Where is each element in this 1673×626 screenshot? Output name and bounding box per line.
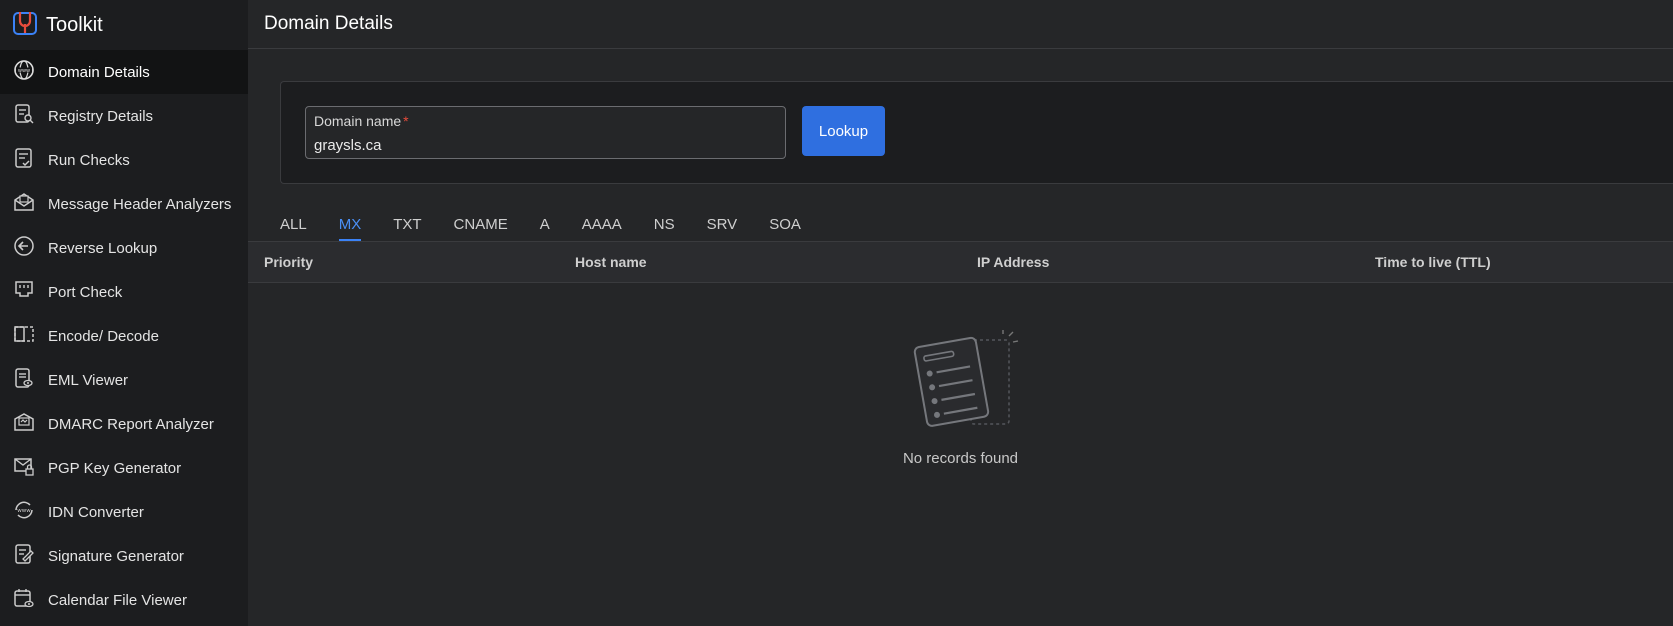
- tab-ns[interactable]: NS: [654, 212, 675, 241]
- lookup-panel: Domain name* Lookup: [280, 81, 1673, 184]
- sidebar-item-pgp-key-generator[interactable]: PGP Key Generator: [0, 446, 248, 490]
- tab-all[interactable]: ALL: [280, 212, 307, 241]
- tab-cname[interactable]: CNAME: [454, 212, 508, 241]
- sidebar-item-label: Run Checks: [48, 151, 130, 169]
- port-icon: [12, 278, 36, 306]
- record-type-tabs: ALL MX TXT CNAME A AAAA NS SRV SOA: [280, 212, 833, 241]
- sidebar-item-message-header-analyzers[interactable]: Message Header Analyzers: [0, 182, 248, 226]
- sidebar-item-label: IDN Converter: [48, 503, 144, 521]
- tab-mx[interactable]: MX: [338, 212, 361, 241]
- page-title: Domain Details: [264, 13, 393, 34]
- sidebar-item-idn-converter[interactable]: www IDN Converter: [0, 490, 248, 534]
- sidebar-item-encode-decode[interactable]: Encode/ Decode: [0, 314, 248, 358]
- checklist-icon: [12, 146, 36, 174]
- sidebar-item-run-checks[interactable]: Run Checks: [0, 138, 248, 182]
- www-refresh-icon: www: [12, 498, 36, 526]
- column-header-ttl[interactable]: Time to live (TTL): [1375, 254, 1491, 270]
- empty-state: No records found: [248, 330, 1673, 467]
- sidebar-item-reverse-lookup[interactable]: Reverse Lookup: [0, 226, 248, 270]
- calendar-eye-icon: [12, 586, 36, 614]
- domain-name-input[interactable]: [314, 137, 777, 154]
- svg-text:www: www: [18, 68, 30, 74]
- registry-doc-icon: [12, 102, 36, 130]
- brand[interactable]: Toolkit: [0, 0, 248, 50]
- empty-state-message: No records found: [902, 450, 1019, 467]
- split-box-icon: [12, 322, 36, 350]
- sidebar-item-label: Signature Generator: [48, 547, 184, 565]
- mail-lock-icon: [12, 454, 36, 482]
- reverse-arrow-icon: [12, 234, 36, 262]
- sidebar-item-label: Reverse Lookup: [48, 239, 158, 257]
- column-header-ip-address[interactable]: IP Address: [977, 254, 1049, 270]
- svg-text:www: www: [17, 508, 31, 514]
- sidebar-nav: www Domain Details Registry Details Run …: [0, 50, 248, 622]
- envelope-analyze-icon: [12, 190, 36, 218]
- empty-list-icon: [248, 330, 1673, 440]
- sidebar-item-signature-generator[interactable]: Signature Generator: [0, 534, 248, 578]
- sidebar-item-eml-viewer[interactable]: EML Viewer: [0, 358, 248, 402]
- brand-name: Toolkit: [46, 13, 103, 36]
- required-mark: *: [403, 113, 409, 129]
- sidebar: Toolkit www Domain Details Registry Deta…: [0, 0, 248, 626]
- column-header-host-name[interactable]: Host name: [575, 254, 647, 270]
- sidebar-item-label: Registry Details: [48, 107, 154, 125]
- sidebar-item-port-check[interactable]: Port Check: [0, 270, 248, 314]
- sidebar-item-registry-details[interactable]: Registry Details: [0, 94, 248, 138]
- tab-soa[interactable]: SOA: [769, 212, 801, 241]
- sidebar-item-label: Domain Details: [48, 63, 150, 81]
- toolkit-logo-icon: [12, 10, 38, 41]
- sidebar-item-label: Encode/ Decode: [48, 327, 159, 345]
- sidebar-item-domain-details[interactable]: www Domain Details: [0, 50, 248, 94]
- sidebar-item-label: Port Check: [48, 283, 123, 301]
- header: Domain Details: [248, 0, 1673, 49]
- main-content: Domain Details Domain name* Lookup ALL M…: [248, 0, 1673, 626]
- domain-name-label: Domain name *: [314, 113, 409, 129]
- sidebar-item-label: Message Header Analyzers: [48, 195, 232, 213]
- mail-report-icon: [12, 410, 36, 438]
- tab-a[interactable]: A: [540, 212, 550, 241]
- table-header: Priority Host name IP Address Time to li…: [248, 241, 1673, 283]
- lookup-button[interactable]: Lookup: [802, 106, 885, 156]
- sidebar-item-label: DMARC Report Analyzer: [48, 415, 214, 433]
- tab-txt[interactable]: TXT: [393, 212, 421, 241]
- doc-eye-icon: [12, 366, 36, 394]
- globe-www-icon: www: [12, 58, 36, 86]
- sidebar-item-dmarc-report-analyzer[interactable]: DMARC Report Analyzer: [0, 402, 248, 446]
- tab-aaaa[interactable]: AAAA: [582, 212, 622, 241]
- sidebar-item-label: PGP Key Generator: [48, 459, 182, 477]
- tab-srv[interactable]: SRV: [707, 212, 738, 241]
- sidebar-item-label: Calendar File Viewer: [48, 591, 187, 609]
- field-label-text: Domain name: [314, 113, 402, 129]
- domain-name-field[interactable]: Domain name *: [305, 106, 786, 159]
- pen-doc-icon: [12, 542, 36, 570]
- sidebar-item-calendar-file-viewer[interactable]: Calendar File Viewer: [0, 578, 248, 622]
- sidebar-item-label: EML Viewer: [48, 371, 129, 389]
- column-header-priority[interactable]: Priority: [264, 254, 313, 270]
